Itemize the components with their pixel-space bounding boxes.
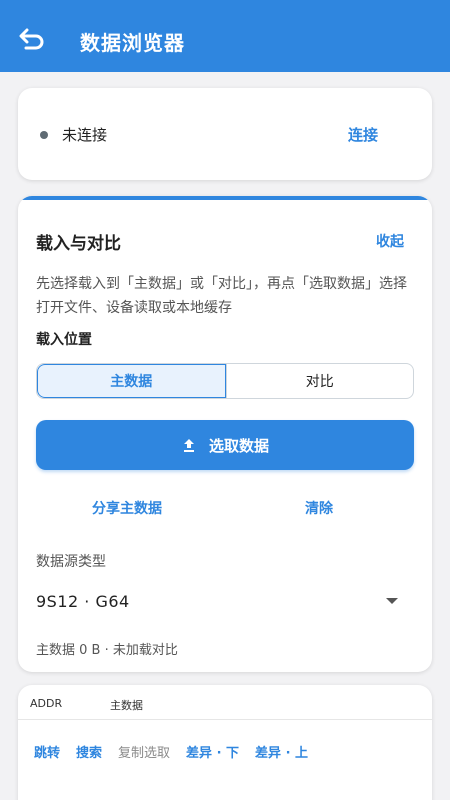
- status-dot-icon: [40, 131, 48, 139]
- divider: [18, 719, 432, 720]
- clear-button[interactable]: 清除: [305, 498, 333, 518]
- segment-main-data[interactable]: 主数据: [37, 364, 226, 398]
- jump-button[interactable]: 跳转: [34, 742, 60, 761]
- upload-icon: [183, 439, 194, 452]
- load-position-label: 载入位置: [36, 332, 92, 348]
- data-view-card: ADDR 主数据 跳转 搜索 复制选取 差异 · 下 差异 · 上: [18, 685, 432, 800]
- source-type-dropdown[interactable]: 9S12 · G64: [36, 584, 414, 618]
- back-arrow-icon: [19, 28, 44, 50]
- column-header-addr: ADDR: [30, 697, 63, 710]
- source-type-value: 9S12 · G64: [36, 591, 130, 611]
- copy-selection-button[interactable]: 复制选取: [118, 742, 170, 761]
- source-type-label: 数据源类型: [36, 554, 106, 570]
- segment-compare[interactable]: 对比: [225, 364, 414, 398]
- connection-status: 未连接: [62, 126, 108, 144]
- select-data-label: 选取数据: [208, 436, 269, 455]
- description-text: 先选择载入到「主数据」或「对比」，再点「选取数据」选择打开文件、设备读取或本地缓…: [36, 276, 407, 316]
- search-button[interactable]: 搜索: [76, 742, 102, 761]
- app-bar: 数据浏览器: [0, 0, 450, 72]
- diff-prev-button[interactable]: 差异 · 上: [255, 742, 308, 761]
- diff-next-button[interactable]: 差异 · 下: [186, 742, 239, 761]
- data-summary: 主数据 0 B · 未加载对比: [36, 643, 178, 658]
- load-position-toggle: 主数据 对比: [36, 363, 414, 399]
- data-toolbar: 跳转 搜索 复制选取 差异 · 下 差异 · 上: [34, 742, 308, 761]
- select-data-button[interactable]: 选取数据: [36, 420, 414, 470]
- column-header-main: 主数据: [110, 699, 143, 712]
- dropdown-arrow-icon: [386, 598, 398, 604]
- share-main-data-button[interactable]: 分享主数据: [92, 498, 162, 518]
- page-title: 数据浏览器: [80, 31, 185, 55]
- load-compare-card: 载入与对比 收起 先选择载入到「主数据」或「对比」，再点「选取数据」选择打开文件…: [18, 196, 432, 672]
- back-button[interactable]: [16, 26, 48, 52]
- section-title: 载入与对比: [36, 234, 121, 254]
- collapse-button[interactable]: 收起: [376, 231, 404, 251]
- connection-card: 未连接 连接: [18, 88, 432, 180]
- connect-button[interactable]: 连接: [348, 124, 378, 145]
